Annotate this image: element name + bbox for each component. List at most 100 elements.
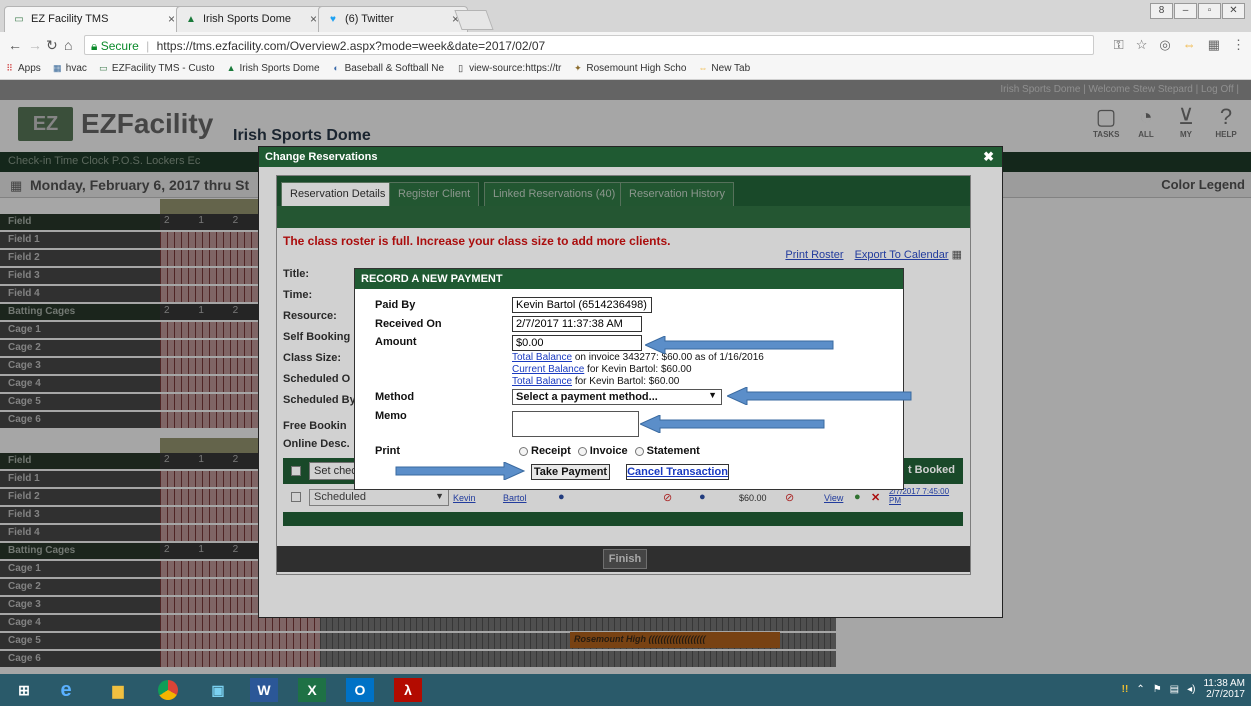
system-tray: !! ⌃ ⚑ ▤ ◂) 11:38 AM 2/7/2017 [1122,678,1245,700]
extension-icon[interactable]: ◎ [1159,37,1170,53]
statement-label: Statement [646,445,700,457]
balance-line-2: Current Balance for Kevin Bartol: $60.00 [512,364,692,375]
amount-input[interactable]: $0.00 [512,335,642,351]
modal-title: Change Reservations [265,151,378,163]
close-icon[interactable]: ✖ [983,149,994,165]
bookmark-baseball[interactable]: ◐ Baseball & Softball Ne [331,61,445,76]
bookmark-view-source[interactable]: ▯ view-source:https://tr [455,61,561,76]
volume-icon[interactable]: ◂) [1187,684,1195,695]
received-on-field[interactable]: 2/7/2017 11:37:38 AM [512,316,642,332]
forward-icon[interactable]: → [28,37,42,53]
menu-icon[interactable]: ⋮ [1232,37,1245,53]
app-icon[interactable]: ▣ [204,678,232,702]
baseball-icon: ◐ [333,63,339,73]
bookmark-label: hvac [65,63,87,74]
irish-icon: ▲ [226,63,236,73]
chevron-down-icon: ▼ [708,390,717,400]
close-window-icon[interactable]: ✕ [1222,3,1245,19]
browser-tabstrip: ▭ EZ Facility TMS × ▲ Irish Sports Dome … [0,0,1251,32]
bookmark-new-tab[interactable]: ⇔ New Tab [697,61,750,76]
take-payment-button[interactable]: Take Payment [531,464,610,480]
chevron-up-icon[interactable]: ⌃ [1136,684,1144,695]
close-icon[interactable]: × [168,12,175,26]
memo-label: Memo [375,410,407,422]
bookmark-ezfacility[interactable]: ▭ EZFacility TMS - Custo [98,61,215,76]
clock-date: 2/7/2017 [1206,689,1245,700]
tab-label: (6) Twitter [345,13,394,25]
print-label: Print [375,445,401,457]
browser-extensions: ⚿ ☆ ◎ ⇔ ▦ ⋮ [1114,37,1245,53]
network-icon[interactable]: ▤ [1170,684,1179,695]
tab-twitter[interactable]: ♥ (6) Twitter × [318,6,468,32]
word-icon[interactable]: W [250,678,278,702]
new-tab-button[interactable] [454,10,494,30]
excel-icon[interactable]: X [298,678,326,702]
ie-icon[interactable]: e [52,678,80,702]
memo-textarea[interactable] [512,411,639,437]
balance-line-3: Total Balance for Kevin Bartol: $60.00 [512,376,679,387]
start-icon[interactable]: ⊞ [10,678,38,702]
bookmark-label: Irish Sports Dome [239,63,320,74]
secure-label: Secure [100,39,139,53]
minimize-icon[interactable]: – [1174,3,1197,19]
user-icon[interactable]: 8 [1150,3,1173,19]
bookmark-label: view-source:https://tr [469,63,562,74]
receipt-radio[interactable] [519,446,528,456]
notification-icon[interactable]: !! [1122,684,1129,695]
rosemount-icon: ✦ [574,63,582,73]
url-input[interactable]: 🔒︎ Secure | https://tms.ezfacility.com/O… [84,35,1094,55]
bookmark-irish-sports-dome[interactable]: ▲ Irish Sports Dome [226,61,320,76]
receipt-label: Receipt [531,445,571,457]
bookmark-apps[interactable]: ⠿ Apps [4,61,41,76]
ezfacility-icon: ▭ [99,63,108,73]
star-icon[interactable]: ☆ [1136,37,1148,53]
bookmarks-bar: ⠿ Apps ▦ hvac ▭ EZFacility TMS - Custo ▲ Iri… [0,58,1251,80]
bookmark-label: EZFacility TMS - Custo [111,63,215,74]
chrome-icon[interactable] [154,678,182,702]
bookmark-label: Baseball & Softball Ne [344,63,445,74]
reload-icon[interactable]: ↻ [46,37,58,54]
window-controls: 8 – ▫ ✕ [1150,3,1245,19]
cancel-transaction-button[interactable]: Cancel Transaction [626,464,729,480]
arrow-extension-icon[interactable]: ⇔ [1183,37,1196,53]
outlook-icon[interactable]: O [346,678,374,702]
windows-taskbar: ⊞ e ▆ ▣ W X O λ !! ⌃ ⚑ ▤ ◂) 11:38 AM 2/7… [0,674,1251,706]
url-text: https://tms.ezfacility.com/Overview2.asp… [156,39,546,53]
screen: ▭ EZ Facility TMS × ▲ Irish Sports Dome … [0,0,1251,706]
tab-irish-sports-dome[interactable]: ▲ Irish Sports Dome × [176,6,326,32]
tab-label: Irish Sports Dome [203,13,292,25]
total-balance-link[interactable]: Total Balance [512,376,572,387]
bookmark-hvac[interactable]: ▦ hvac [52,61,87,76]
current-balance-link[interactable]: Current Balance [512,364,584,375]
total-balance-link[interactable]: Total Balance [512,352,572,363]
record-payment-dialog: RECORD A NEW PAYMENT Paid By Kevin Barto… [354,268,904,490]
pdf-extension-icon[interactable]: ▦ [1208,37,1220,53]
tab-ezfacility[interactable]: ▭ EZ Facility TMS × [4,6,184,32]
tab-label: EZ Facility TMS [31,13,109,25]
ezfacility-icon: ▭ [14,14,24,25]
arrow-callout-amount [645,336,835,354]
method-value: Select a payment method... [516,391,658,403]
payment-method-select[interactable]: Select a payment method... ▼ [512,389,722,405]
flag-icon[interactable]: ⚑ [1153,684,1162,695]
amount-label: Amount [375,336,417,348]
back-icon[interactable]: ← [8,37,22,53]
invoice-radio[interactable] [577,446,587,456]
clock-time: 11:38 AM [1203,678,1245,689]
paid-by-label: Paid By [375,299,416,311]
explorer-icon[interactable]: ▆ [104,678,132,702]
arrow-callout-memo [640,415,826,433]
address-bar: ← → ↻ ⌂ 🔒︎ Secure | https://tms.ezfacili… [0,32,1251,58]
arrow-callout-take-payment [394,462,526,480]
bookmark-rosemount[interactable]: ✦ Rosemount High Scho [572,61,686,76]
close-icon[interactable]: × [310,12,317,26]
statement-radio[interactable] [634,446,644,456]
clock[interactable]: 11:38 AM 2/7/2017 [1203,678,1245,700]
home-icon[interactable]: ⌂ [64,37,72,53]
acrobat-icon[interactable]: λ [394,678,422,702]
paid-by-field[interactable]: Kevin Bartol (6514236498) [512,297,652,313]
balance-text: for Kevin Bartol: $60.00 [584,364,692,375]
maximize-icon[interactable]: ▫ [1198,3,1221,19]
key-icon[interactable]: ⚿ [1114,37,1124,53]
print-options: Receipt Invoice Statement [515,445,700,457]
